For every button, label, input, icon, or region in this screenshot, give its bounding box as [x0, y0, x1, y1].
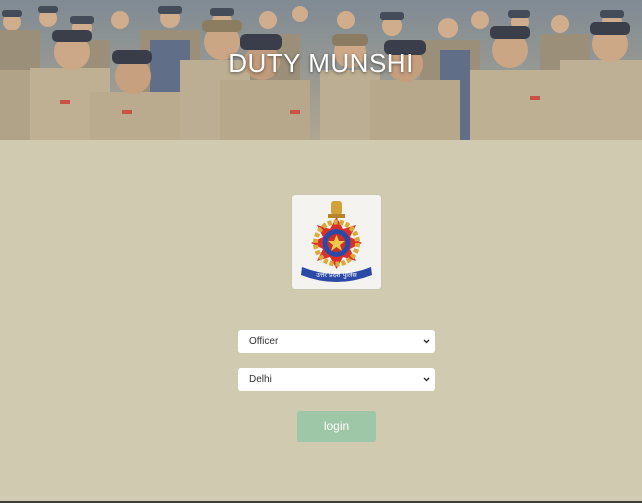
police-logo: उत्तर प्रदेश पुलिस — [292, 195, 381, 289]
chevron-down-icon — [423, 377, 430, 382]
police-emblem-icon: उत्तर प्रदेश पुलिस — [301, 201, 372, 282]
svg-text:उत्तर प्रदेश पुलिस: उत्तर प्रदेश पुलिस — [316, 271, 357, 279]
page-title: DUTY MUNSHI — [228, 48, 414, 78]
role-select[interactable]: Officer — [238, 330, 435, 353]
login-button[interactable]: login — [297, 411, 376, 442]
chevron-down-icon — [423, 339, 430, 344]
city-select[interactable]: Delhi — [238, 368, 435, 391]
header-banner: DUTY MUNSHI — [0, 0, 642, 140]
city-select-value: Delhi — [249, 374, 272, 385]
login-page: DUTY MUNSHI उत्तर प्रदेश पुलिस Officer D… — [0, 0, 642, 503]
role-select-value: Officer — [249, 336, 279, 347]
